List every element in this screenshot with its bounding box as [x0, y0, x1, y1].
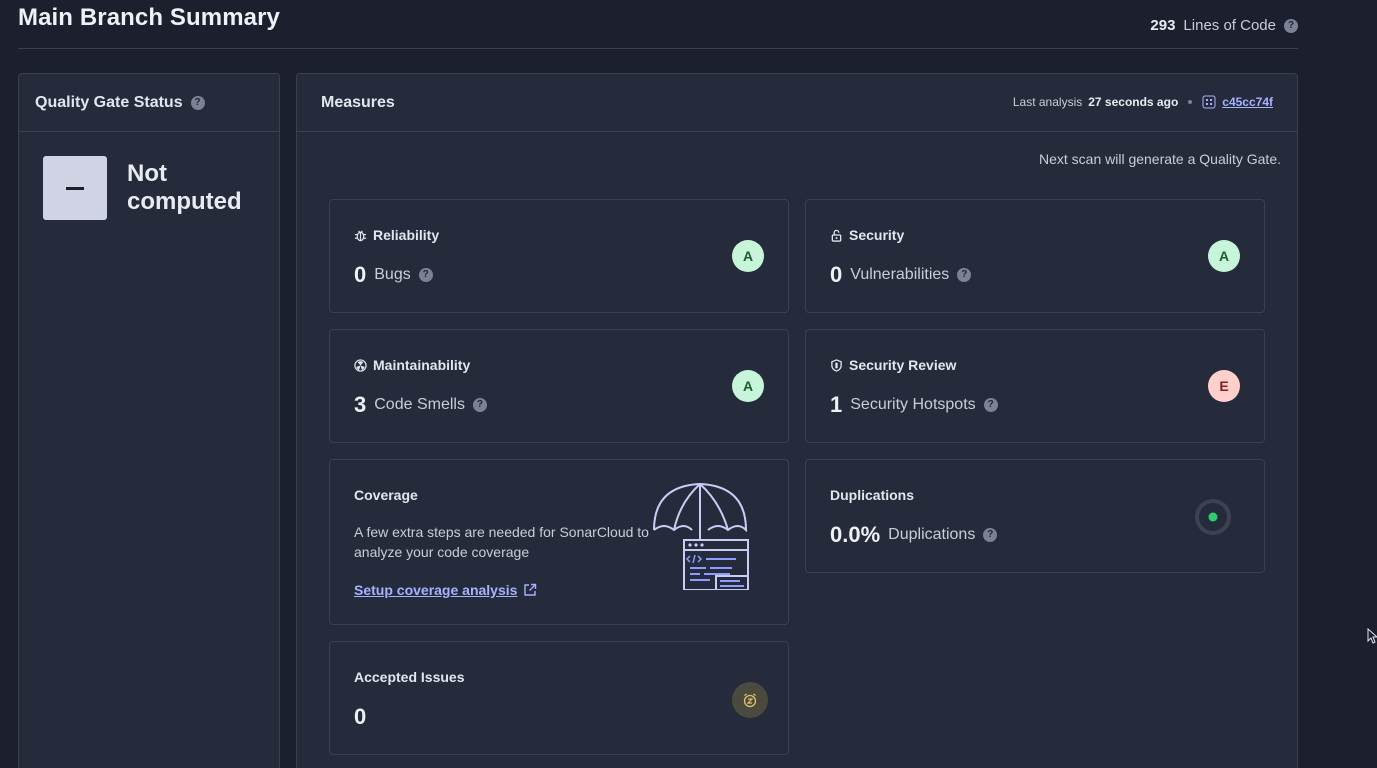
maintainability-label: Maintainability	[373, 357, 471, 373]
security-hotspots-count[interactable]: 1	[830, 392, 842, 418]
radiation-icon	[354, 358, 367, 372]
accepted-issues-card[interactable]: Accepted Issues 0	[329, 641, 789, 755]
separator-dot	[1188, 100, 1193, 104]
coverage-card: Coverage A few extra steps are needed fo…	[329, 459, 789, 625]
security-title: Security	[830, 227, 904, 243]
setup-coverage-link-label: Setup coverage analysis	[354, 582, 518, 598]
vulnerabilities-label: Vulnerabilities	[850, 266, 950, 283]
reliability-title: Reliability	[354, 227, 439, 243]
reliability-card[interactable]: Reliability 0 Bugs ? A	[329, 199, 789, 313]
last-analysis-value: 27 seconds ago	[1088, 95, 1179, 109]
security-value: 0 Vulnerabilities ?	[830, 262, 972, 288]
quality-gate-title: Quality Gate Status	[35, 93, 183, 111]
reliability-grade: A	[732, 240, 764, 272]
page-header: Main Branch Summary 293 Lines of Code ?	[18, 0, 1298, 49]
mouse-cursor-icon	[1367, 628, 1377, 644]
maintainability-card[interactable]: Maintainability 3 Code Smells ? A	[329, 329, 789, 443]
page: Main Branch Summary 293 Lines of Code ? …	[0, 0, 1377, 768]
security-review-label: Security Review	[849, 357, 957, 373]
security-grade: A	[1208, 240, 1240, 272]
bugs-label: Bugs	[374, 266, 411, 283]
duplications-label: Duplications	[888, 526, 976, 543]
next-scan-note: Next scan will generate a Quality Gate.	[1038, 151, 1281, 167]
help-icon[interactable]: ?	[472, 398, 487, 412]
accepted-issues-label: Accepted Issues	[354, 669, 465, 685]
security-label: Security	[849, 227, 905, 243]
duplications-percent[interactable]: 0.0%	[830, 522, 880, 548]
measures-title: Measures	[321, 94, 395, 111]
reliability-value: 0 Bugs ?	[354, 262, 433, 288]
accepted-issues-value: 0	[354, 704, 366, 730]
help-icon[interactable]: ?	[983, 528, 998, 542]
accepted-issues-count[interactable]: 0	[354, 704, 366, 730]
coverage-description: A few extra steps are needed for SonarCl…	[354, 524, 649, 560]
duplications-card[interactable]: Duplications 0.0% Duplications ?	[805, 459, 1265, 573]
commit-link[interactable]: c45cc74f	[1222, 95, 1273, 109]
measures-panel: Measures Last analysis 27 seconds ago c4…	[296, 73, 1298, 768]
maintainability-value: 3 Code Smells ?	[354, 392, 487, 418]
help-icon[interactable]: ?	[190, 95, 205, 110]
duplications-title: Duplications	[830, 487, 914, 503]
unlock-icon	[831, 229, 842, 242]
security-review-grade: E	[1208, 370, 1240, 402]
duplications-ring-icon	[1195, 499, 1231, 535]
loc-value: 293	[1150, 17, 1176, 34]
code-smells-label: Code Smells	[374, 396, 465, 413]
measures-header: Measures Last analysis 27 seconds ago c4…	[297, 74, 1297, 132]
snooze-clock-icon	[732, 682, 768, 718]
help-icon[interactable]: ?	[418, 268, 433, 282]
security-review-value: 1 Security Hotspots ?	[830, 392, 998, 418]
security-card[interactable]: Security 0 Vulnerabilities ? A	[805, 199, 1265, 313]
commit-icon	[1202, 95, 1216, 109]
dash-icon	[66, 186, 84, 190]
umbrella-illustration-icon	[653, 482, 749, 590]
quality-gate-status-text: Not computed	[127, 160, 242, 215]
duplications-label-title: Duplications	[830, 487, 915, 503]
bugs-count[interactable]: 0	[354, 262, 366, 288]
accepted-issues-title: Accepted Issues	[354, 669, 465, 685]
quality-gate-header: Quality Gate Status ?	[19, 74, 279, 132]
lines-of-code: 293 Lines of Code ?	[1150, 17, 1298, 34]
code-smells-count[interactable]: 3	[354, 392, 366, 418]
help-icon[interactable]: ?	[1284, 18, 1298, 33]
last-analysis: Last analysis 27 seconds ago c45cc74f	[1013, 95, 1273, 109]
maintainability-title: Maintainability	[354, 357, 470, 373]
page-title: Main Branch Summary	[18, 4, 280, 31]
last-analysis-label: Last analysis	[1012, 95, 1083, 109]
quality-gate-panel: Quality Gate Status ? Not computed	[18, 73, 280, 768]
help-icon[interactable]: ?	[983, 398, 998, 412]
setup-coverage-link[interactable]: Setup coverage analysis	[354, 582, 537, 598]
help-icon[interactable]: ?	[957, 268, 972, 282]
bug-icon	[354, 230, 367, 241]
security-review-card[interactable]: Security Review 1 Security Hotspots ? E	[805, 329, 1265, 443]
loc-label: Lines of Code	[1183, 17, 1276, 34]
coverage-title: Coverage	[354, 487, 418, 503]
coverage-label: Coverage	[354, 487, 418, 503]
quality-gate-status-badge	[43, 156, 107, 220]
vulnerabilities-count[interactable]: 0	[830, 262, 842, 288]
shield-icon	[831, 358, 842, 372]
security-review-title: Security Review	[830, 357, 956, 373]
maintainability-grade: A	[732, 370, 764, 402]
duplications-value: 0.0% Duplications ?	[830, 522, 998, 548]
security-hotspots-label: Security Hotspots	[850, 396, 976, 413]
external-link-icon	[524, 583, 537, 596]
reliability-label: Reliability	[373, 227, 440, 243]
